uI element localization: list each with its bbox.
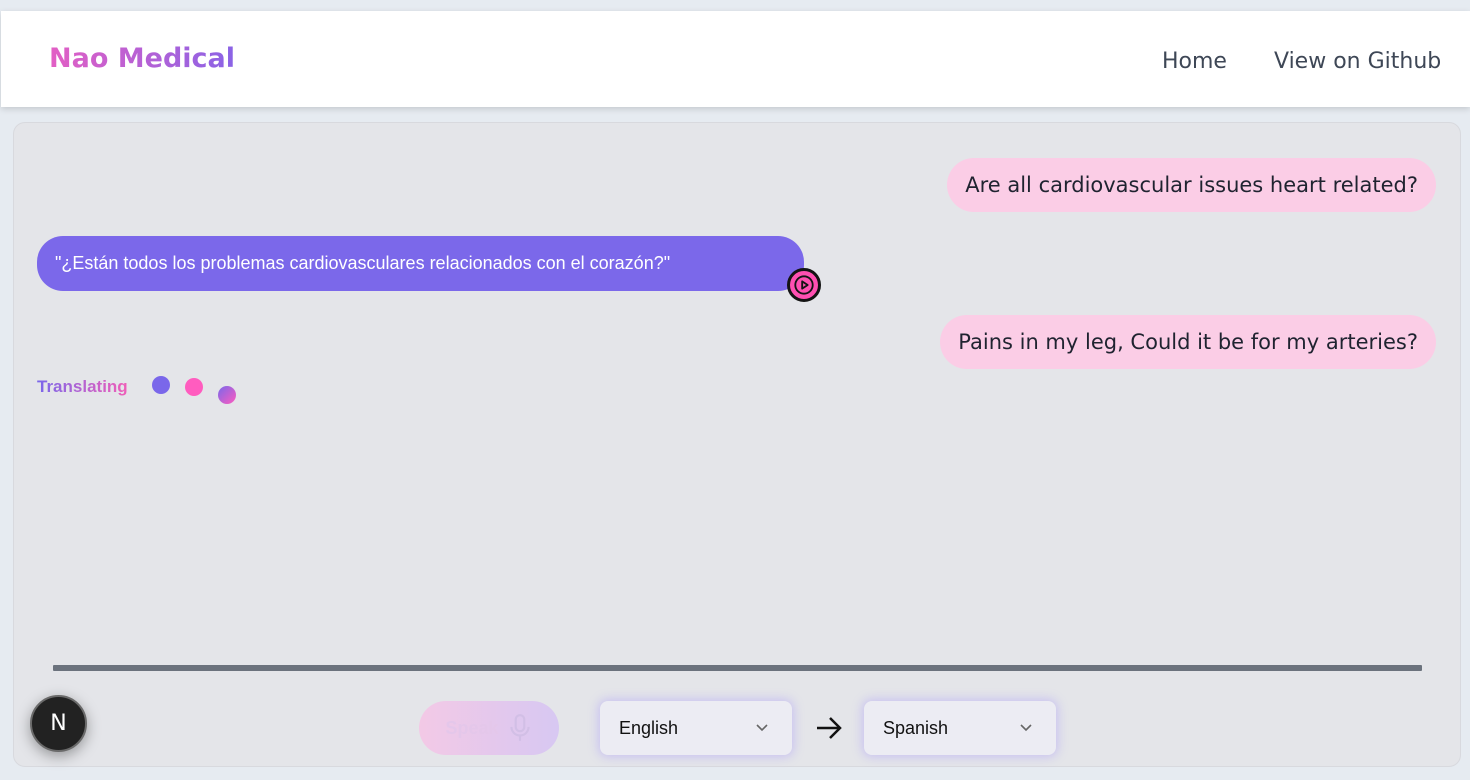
source-language-value: English	[619, 717, 679, 738]
translating-status: Translating	[37, 377, 128, 396]
brand-logo[interactable]: Nao Medical	[49, 43, 235, 74]
chevron-down-icon	[1020, 724, 1032, 732]
chat-panel: Are all cardiovascular issues heart rela…	[13, 122, 1461, 767]
source-language-select[interactable]: English	[600, 701, 792, 755]
loading-dot	[152, 376, 170, 394]
nextjs-badge[interactable]: N	[30, 695, 87, 752]
nav-github-link[interactable]: View on Github	[1274, 49, 1441, 74]
speak-label: Speak	[445, 717, 499, 738]
navbar: Nao Medical Home View on Github	[1, 11, 1470, 107]
microphone-icon	[509, 714, 530, 741]
nav-home-link[interactable]: Home	[1162, 49, 1227, 74]
user-message-bubble: Are all cardiovascular issues heart rela…	[947, 158, 1436, 212]
arrow-right-icon	[817, 717, 842, 739]
loading-dot	[218, 386, 236, 404]
speak-button[interactable]: Speak	[419, 701, 559, 755]
play-icon	[794, 275, 814, 295]
assistant-message-bubble: "¿Están todos los problemas cardiovascul…	[37, 236, 804, 291]
divider	[53, 665, 1422, 671]
loading-dot	[185, 378, 203, 396]
target-language-select[interactable]: Spanish	[864, 701, 1056, 755]
play-audio-button[interactable]	[787, 268, 821, 302]
user-message-bubble: Pains in my leg, Could it be for my arte…	[940, 315, 1436, 369]
target-language-value: Spanish	[883, 717, 949, 738]
chevron-down-icon	[756, 724, 768, 732]
